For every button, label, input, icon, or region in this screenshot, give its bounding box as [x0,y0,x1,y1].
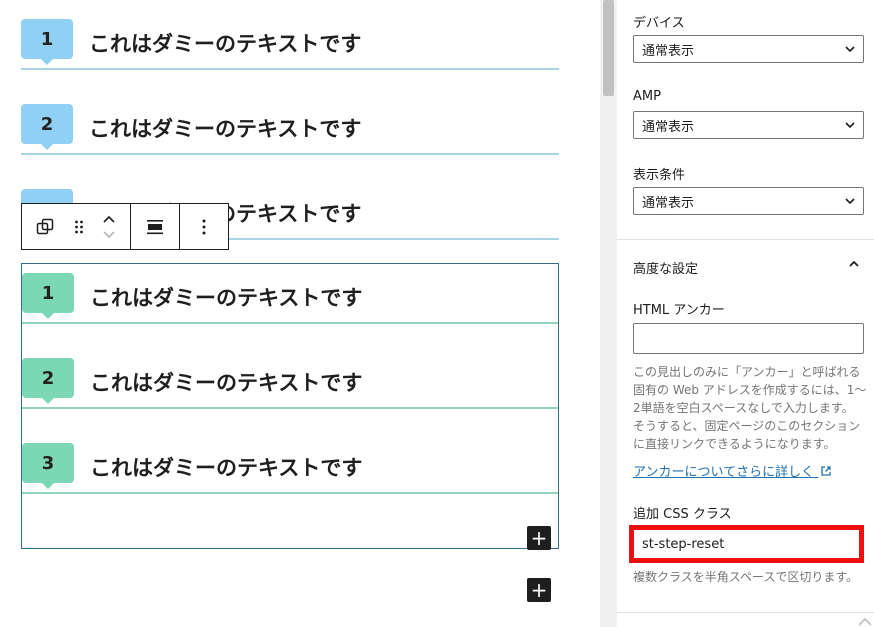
align-wide-icon [147,219,163,234]
help-line: に直接リンクできるようになります。 [633,437,836,451]
step-underline [21,68,559,70]
panel-divider [617,612,874,613]
device-select-value: 通常表示 [642,43,695,59]
settings-sidebar: デバイス 通常表示 AMP 通常表示 表示条件 通常表示 高度な設定 HTML … [617,0,874,627]
step-underline [22,407,558,409]
step-heading-block[interactable]: 1 これはダミーのテキストです [21,19,559,91]
step-number-badge: 3 [22,443,74,489]
more-vertical-icon [202,219,206,234]
step-underline [21,153,559,155]
device-label: デバイス [633,16,685,31]
css-class-label: 追加 CSS クラス [633,507,732,522]
add-block-inner-button[interactable]: + [527,526,551,550]
amp-select[interactable]: 通常表示 [633,111,864,139]
panel-divider [617,239,874,240]
transform-block-button[interactable] [22,204,68,249]
html-anchor-label: HTML アンカー [633,303,725,318]
step-number-badge: 2 [22,358,74,404]
condition-label: 表示条件 [633,168,686,183]
copy-blocks-icon [36,218,54,234]
drag-dots-icon [75,220,83,233]
scroll-up-icon[interactable] [856,613,874,627]
toolbar-group-align [131,204,180,249]
help-line: 固有の Web アドレスを作成するには、1〜 [633,383,867,397]
device-select[interactable]: 通常表示 [633,35,864,63]
chevron-down-icon [845,122,855,129]
step-heading-block[interactable]: 1 これはダミーのテキストです [22,273,558,345]
condition-select-value: 通常表示 [642,195,695,211]
step-heading-text[interactable]: これはダミーのテキストです [89,28,361,58]
step-heading-block[interactable]: 3 これはダミーのテキストです [22,443,558,515]
drag-handle[interactable] [68,204,90,249]
help-line: この見出しのみに「アンカー」と呼ばれる [633,365,861,379]
chevron-up-icon[interactable] [848,258,860,270]
chevron-down-icon [845,198,855,205]
step-heading-block[interactable]: 2 これはダミーのテキストです [22,358,558,430]
anchor-link-text: アンカーについてさらに詳しく [633,465,815,480]
block-toolbar [21,203,229,250]
help-line: 2単語を空白スペースなしで入力します。 [633,401,854,415]
css-class-help: 複数クラスを半角スペースで区切ります。 [633,570,859,584]
advanced-panel-title[interactable]: 高度な設定 [633,258,698,277]
html-anchor-input[interactable] [633,323,864,354]
step-heading-block[interactable]: 2 これはダミーのテキストです [21,104,559,176]
align-button[interactable] [131,204,179,249]
toolbar-group-more [180,204,228,249]
move-down-icon[interactable] [102,230,116,240]
editor-canvas: 1 これはダミーのテキストです 2 これはダミーのテキストです これはダミーのテ… [0,0,600,627]
step-heading-text[interactable]: これはダミーのテキストです [89,113,361,143]
toolbar-group-block [22,204,131,249]
add-block-button[interactable]: + [527,578,551,602]
step-number-badge: 2 [21,104,73,150]
step-heading-text[interactable]: これはダミーのテキストです [90,367,362,397]
help-line: そうすると、固定ページのこのセクション [633,419,861,433]
condition-select[interactable]: 通常表示 [633,187,864,215]
step-heading-text[interactable]: これはダミーのテキストです [90,452,362,482]
step-number-badge: 1 [22,273,74,319]
amp-select-value: 通常表示 [642,119,695,135]
move-buttons [90,204,128,249]
external-link-icon [821,466,831,476]
anchor-learn-more-link[interactable]: アンカーについてさらに詳しく [633,461,832,480]
selected-group-block[interactable]: 1 これはダミーのテキストです 2 これはダミーのテキストです 3 これはダミー… [21,263,559,550]
step-heading-text[interactable]: これはダミーのテキストです [90,282,362,312]
chevron-down-icon [845,46,855,53]
scrollbar-thumb[interactable] [603,0,614,96]
step-underline [22,322,558,324]
step-underline [22,492,558,494]
move-up-icon[interactable] [102,214,116,224]
css-class-value: st-step-reset [642,536,725,552]
step-number-badge: 1 [21,19,73,65]
amp-label: AMP [633,89,661,104]
css-class-input[interactable]: st-step-reset [629,525,864,563]
options-button[interactable] [180,204,228,249]
html-anchor-help: この見出しのみに「アンカー」と呼ばれる 固有の Web アドレスを作成するには、… [633,363,869,453]
editor-scrollbar[interactable] [600,0,617,627]
